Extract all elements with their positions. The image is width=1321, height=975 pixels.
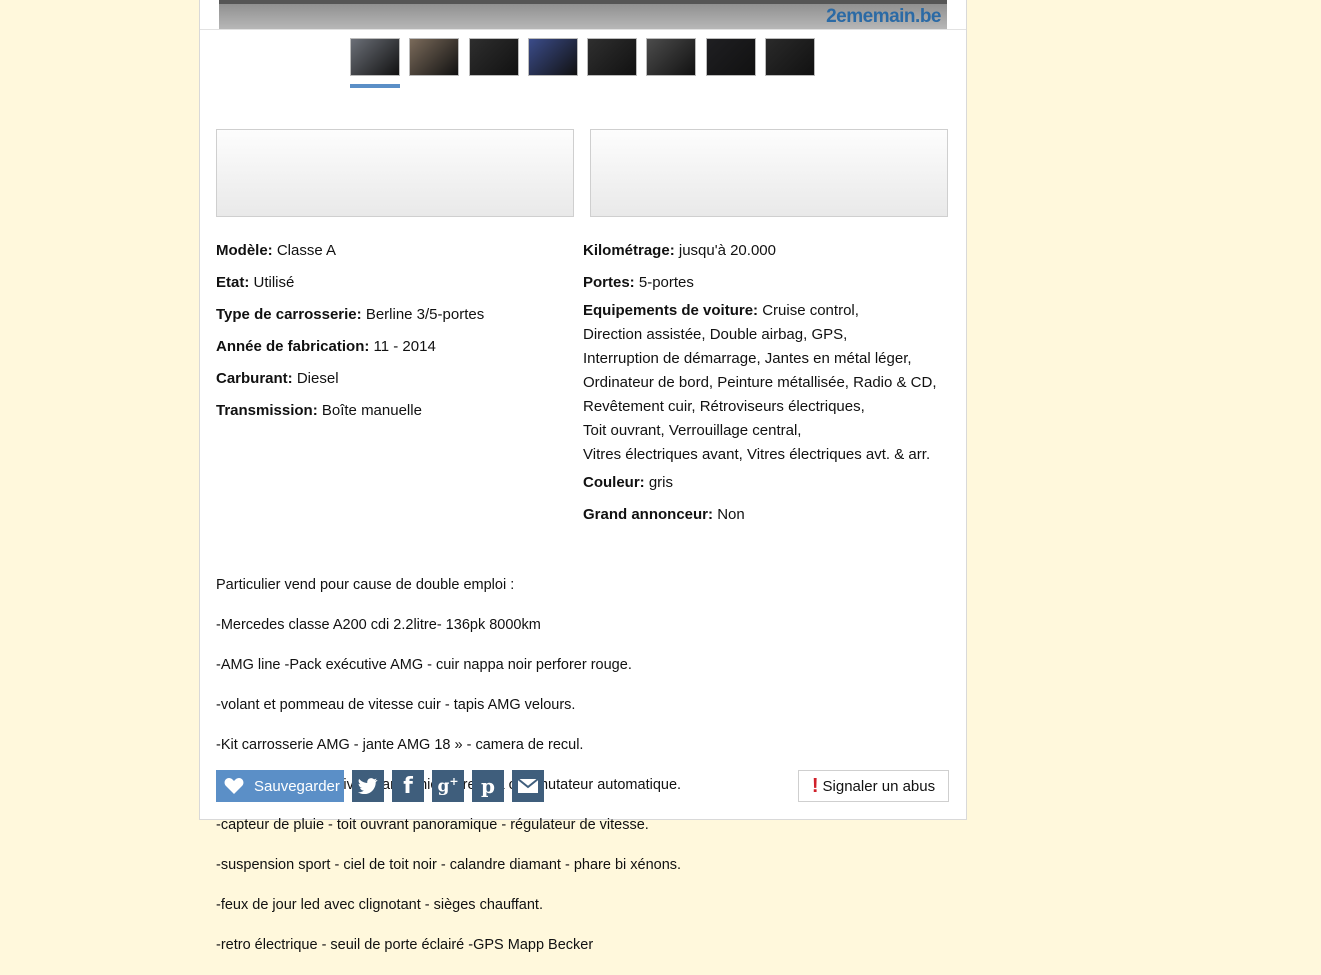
description-line: -volant et pommeau de vitesse cuir - tap… [216,697,576,713]
ad-slot-left[interactable] [216,129,574,217]
share-pinterest-button[interactable]: p [472,770,504,802]
share-facebook-button[interactable]: f [392,770,424,802]
photo-thumbnail[interactable] [706,38,756,76]
share-google-plus-button[interactable]: g+ [432,770,464,802]
description-line: -Mercedes classe A200 cdi 2.2litre- 136p… [216,617,541,633]
spec-etat: Etat: Utilisé [216,274,295,291]
pinterest-icon: p [481,774,495,798]
spec-modele: Modèle: Classe A [216,242,337,259]
photo-thumbnail[interactable] [765,38,815,76]
photo-thumbnail[interactable] [350,38,400,76]
photo-thumbnail[interactable] [409,38,459,76]
facebook-icon: f [403,773,413,799]
spec-annee: Année de fabrication: 11 - 2014 [216,338,436,355]
photo-shade [219,0,947,4]
report-label: Signaler un abus [822,777,936,795]
description-line: -suspension sport - ciel de toit noir - … [216,857,682,873]
spec-transmission: Transmission: Boîte manuelle [216,402,422,419]
share-email-button[interactable] [512,770,544,802]
save-label: Sauvegarder [254,777,340,795]
description-line: -Kit carrosserie AMG - jante AMG 18 » - … [216,737,584,753]
spec-kilometrage: Kilométrage: jusqu'à 20.000 [583,242,776,259]
active-thumbnail-indicator [350,84,400,88]
divider [200,29,966,30]
description-line: -feux de jour led avec clignotant - sièg… [216,897,543,913]
twitter-icon [358,778,378,794]
email-icon [517,778,539,793]
description-line: -retro électrique - seuil de porte éclai… [216,937,594,953]
save-button[interactable]: Sauvegarder [216,770,344,802]
spec-carrosserie: Type de carrosserie: Berline 3/5-portes [216,306,485,323]
description-line: -capteur de pluie - toit ouvrant panoram… [216,817,649,833]
description-line: -AMG line -Pack exécutive AMG - cuir nap… [216,657,632,673]
photo-thumbnail[interactable] [469,38,519,76]
photo-thumbnail[interactable] [646,38,696,76]
share-twitter-button[interactable] [352,770,384,802]
site-logo: 2ememain.be [826,6,941,27]
photo-thumbnail[interactable] [528,38,578,76]
listing-card: 2ememain.be Modèle: Classe A Etat: Utili… [199,0,967,953]
report-abuse-button[interactable]: ! Signaler un abus [798,770,949,802]
exclamation-icon: ! [811,774,819,797]
spec-carburant: Carburant: Diesel [216,370,339,387]
main-photo[interactable]: 2ememain.be [219,0,947,29]
heart-icon [224,778,244,794]
description-line: Particulier vend pour cause de double em… [216,577,515,593]
ad-slot-right[interactable] [590,129,948,217]
description: Particulier vend pour cause de double em… [216,555,681,975]
spec-portes: Portes: 5-portes [583,274,694,291]
google-plus-icon: g+ [437,775,459,797]
spec-grand-annonceur: Grand annonceur: Non [583,506,745,523]
photo-thumbnail[interactable] [587,38,637,76]
spec-equipements: Equipements de voiture: Cruise control, … [583,302,937,463]
spec-couleur: Couleur: gris [583,474,674,491]
